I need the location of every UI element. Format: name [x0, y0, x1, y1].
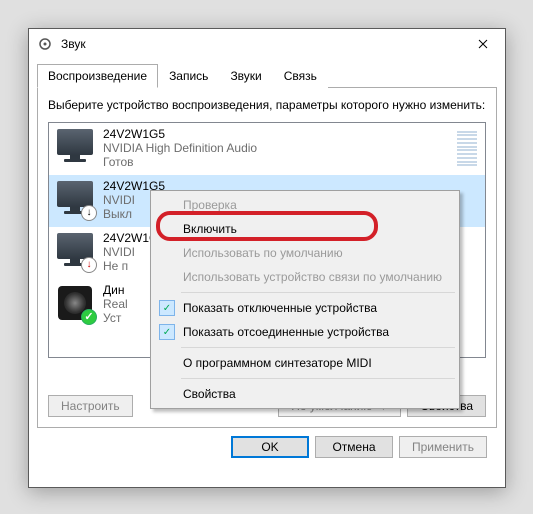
context-menu: Проверка Включить Использовать по умолча…	[150, 190, 460, 409]
ok-button[interactable]: OK	[231, 436, 309, 458]
configure-button[interactable]: Настроить	[48, 395, 133, 417]
separator	[181, 347, 455, 348]
window-title: Звук	[61, 37, 460, 51]
device-name: 24V2W1G5	[103, 127, 257, 141]
tab-bar: Воспроизведение Запись Звуки Связь	[37, 63, 497, 88]
ctx-show-disconnected[interactable]: ✓ Показать отсоединенные устройства	[153, 320, 457, 344]
cancel-button[interactable]: Отмена	[315, 436, 393, 458]
instruction-text: Выберите устройство воспроизведения, пар…	[48, 98, 486, 114]
monitor-icon: ↓	[55, 231, 95, 271]
device-sub: NVIDIA High Definition Audio	[103, 141, 257, 155]
device-name: Дин	[103, 283, 128, 297]
device-status: Готов	[103, 155, 257, 169]
unplugged-badge-icon: ↓	[81, 257, 97, 273]
device-status: Уст	[103, 311, 128, 325]
device-sub: Real	[103, 297, 128, 311]
default-badge-icon: ✓	[81, 309, 97, 325]
apply-button[interactable]: Применить	[399, 436, 487, 458]
separator	[181, 292, 455, 293]
ctx-show-disabled[interactable]: ✓ Показать отключенные устройства	[153, 296, 457, 320]
monitor-icon	[55, 127, 95, 167]
speaker-icon: ✓	[55, 283, 95, 323]
level-meter	[457, 131, 477, 167]
app-icon	[37, 36, 53, 52]
titlebar[interactable]: Звук	[29, 29, 505, 59]
tab-sounds[interactable]: Звуки	[219, 64, 272, 88]
ctx-set-default: Использовать по умолчанию	[153, 241, 457, 265]
ctx-test: Проверка	[153, 193, 457, 217]
close-button[interactable]	[460, 29, 505, 59]
check-icon: ✓	[159, 324, 175, 340]
ctx-enable[interactable]: Включить	[153, 217, 457, 241]
device-item[interactable]: 24V2W1G5 NVIDIA High Definition Audio Го…	[49, 123, 485, 175]
separator	[181, 378, 455, 379]
disabled-badge-icon: ↓	[81, 205, 97, 221]
tab-playback[interactable]: Воспроизведение	[37, 64, 158, 88]
ctx-properties[interactable]: Свойства	[153, 382, 457, 406]
ctx-set-comm-default: Использовать устройство связи по умолчан…	[153, 265, 457, 289]
tab-comm[interactable]: Связь	[273, 64, 328, 88]
ctx-about-midi[interactable]: О программном синтезаторе MIDI	[153, 351, 457, 375]
tab-record[interactable]: Запись	[158, 64, 219, 88]
check-icon: ✓	[159, 300, 175, 316]
monitor-icon: ↓	[55, 179, 95, 219]
